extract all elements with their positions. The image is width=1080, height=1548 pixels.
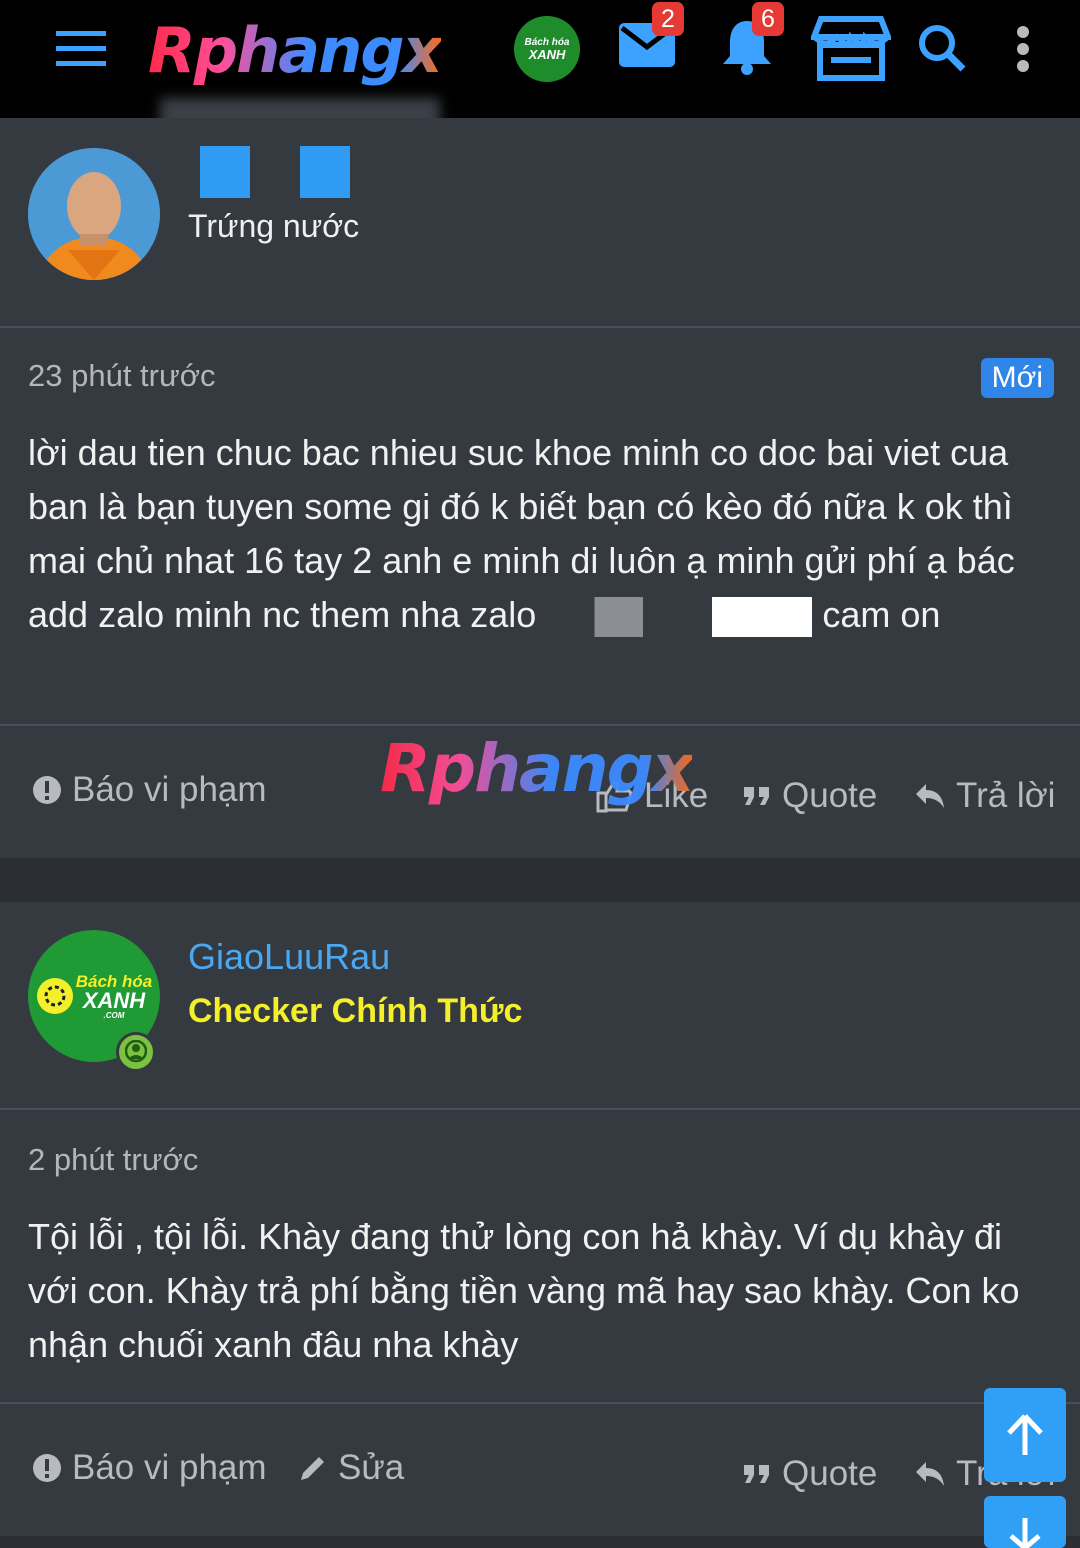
arrow-up-icon: [1007, 1414, 1043, 1455]
post-2: Bách hóa XANH .COM GiaoLuuRau Checker Ch…: [0, 902, 1080, 1536]
store-icon[interactable]: [810, 14, 892, 82]
brand-line-1: Bách hóa: [524, 36, 570, 48]
notifications-count-badge: 6: [752, 2, 784, 36]
scroll-down-button[interactable]: [984, 1496, 1066, 1548]
post-1-content-tail: cam on: [822, 594, 941, 635]
search-icon[interactable]: [916, 22, 968, 74]
report-label: Báo vi phạm: [72, 770, 267, 809]
scroll-up-button[interactable]: [984, 1388, 1066, 1482]
watermark-logo: Rphangx: [380, 730, 694, 807]
site-logo[interactable]: Rphangx: [148, 10, 443, 90]
post-2-timestamp[interactable]: 2 phút trước: [28, 1142, 198, 1178]
notifications-button[interactable]: 6: [718, 2, 784, 76]
menu-icon[interactable]: [52, 26, 112, 70]
avatar-brand-line-3: .COM: [103, 1010, 125, 1020]
post-1-user-rank: Trứng nước: [188, 208, 360, 244]
quote-label: Quote: [782, 1454, 878, 1493]
reply-icon: [916, 1462, 944, 1486]
post-2-user-rank: Checker Chính Thức: [188, 992, 523, 1030]
post-1-reply-button[interactable]: Trả lời: [914, 776, 1055, 816]
bach-hoa-xanh-icon[interactable]: Bách hóa XANH: [514, 16, 580, 82]
quote-label: Quote: [782, 776, 878, 815]
post-1-user-header: Trứng nước: [0, 118, 1080, 328]
reply-label: Trả lời: [956, 776, 1056, 815]
post-1-username-redacted-2: [300, 146, 350, 198]
brand-line-2: XANH: [528, 46, 566, 62]
post-1-redacted-phone: [546, 597, 709, 638]
reply-icon: [916, 784, 944, 808]
post-2-quote-button[interactable]: Quote: [742, 1454, 877, 1494]
post-1-quote-button[interactable]: Quote: [742, 776, 877, 816]
avatar-brand-line-2: XANH: [82, 987, 146, 1013]
post-1-timestamp[interactable]: 23 phút trước: [28, 358, 216, 394]
post-1-redacted-phone-2: [712, 597, 813, 638]
avatar-brand-line-1: Bách hóa: [75, 971, 153, 991]
post-2-content: Tội lỗi , tội lỗi. Khày đang thử lòng co…: [28, 1216, 1020, 1365]
alert-icon: [33, 1454, 61, 1482]
more-options-icon[interactable]: [1010, 24, 1036, 74]
post-1-username-redacted: [200, 146, 250, 198]
bhx-runner-icon: [36, 978, 73, 1014]
alert-icon: [33, 776, 61, 804]
report-label: Báo vi phạm: [72, 1448, 267, 1487]
post-2-actions: Báo vi phạm Sửa Quote Trả lời: [0, 1402, 1080, 1536]
messages-button[interactable]: 2: [616, 2, 684, 70]
post-1-new-badge: Mới: [980, 358, 1054, 398]
quote-icon: [744, 787, 769, 805]
edit-label: Sửa: [338, 1448, 405, 1487]
post-1-avatar[interactable]: [28, 148, 160, 280]
post-2-username[interactable]: GiaoLuuRau: [188, 936, 390, 978]
post-1-report-button[interactable]: Báo vi phạm: [32, 770, 267, 810]
post-1-content: lời dau tien chuc bac nhieu suc khoe min…: [28, 426, 1058, 642]
quote-icon: [744, 1465, 769, 1483]
post-2-user-header: Bách hóa XANH .COM GiaoLuuRau Checker Ch…: [0, 902, 1080, 1110]
pencil-icon: [301, 1457, 324, 1480]
messages-count-badge: 2: [652, 2, 684, 36]
post-2-report-button[interactable]: Báo vi phạm: [32, 1448, 267, 1488]
post-2-edit-button[interactable]: Sửa: [298, 1448, 404, 1488]
online-status-icon: [116, 1032, 156, 1072]
arrow-down-icon: [1009, 1518, 1041, 1548]
